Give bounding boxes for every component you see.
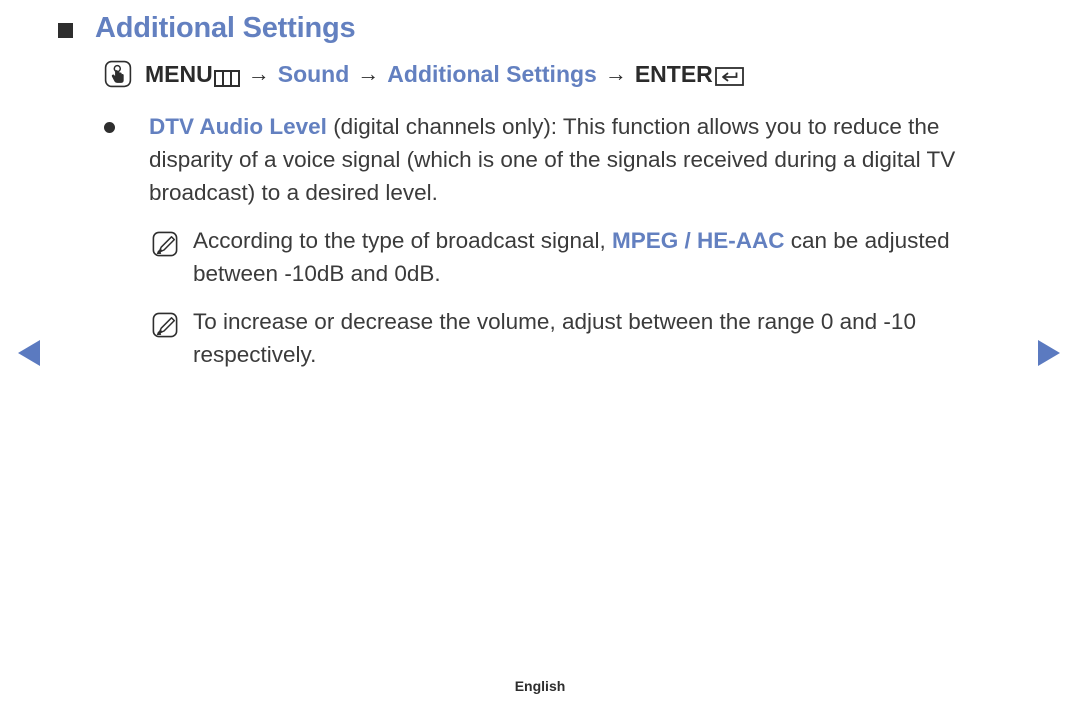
note-text-before: To increase or decrease the volume, adju… xyxy=(193,309,916,367)
page-heading: Additional Settings xyxy=(58,12,356,45)
menu-label: MENU xyxy=(145,60,213,87)
menu-path-arrow-1: → xyxy=(247,61,270,86)
feature-term: DTV Audio Level xyxy=(149,114,327,139)
note-pencil-icon xyxy=(152,312,178,338)
enter-label: ENTER xyxy=(634,60,713,87)
page-title: Additional Settings xyxy=(95,12,356,44)
manual-page: Additional Settings MENU → Sound → Addit… xyxy=(0,0,1080,705)
menu-path: MENU → Sound → Additional Settings → ENT… xyxy=(104,60,744,88)
triangle-left-icon xyxy=(18,340,40,366)
note-text: According to the type of broadcast signa… xyxy=(193,224,1024,290)
footer-language: English xyxy=(514,678,566,694)
menu-path-arrow-2: → xyxy=(357,61,380,86)
content-area: DTV Audio Level (digital channels only):… xyxy=(104,110,1024,371)
next-page-button[interactable] xyxy=(1036,338,1062,368)
note-highlight: MPEG / HE-AAC xyxy=(612,228,785,253)
note-pencil-icon xyxy=(152,231,178,257)
menu-path-arrow-3: → xyxy=(604,61,627,86)
menu-three-columns-icon xyxy=(213,66,240,87)
bullet-dot-icon xyxy=(104,122,115,133)
note-item: According to the type of broadcast signa… xyxy=(152,224,1024,290)
menu-path-text: MENU → Sound → Additional Settings → ENT… xyxy=(145,61,744,88)
bullet-text: DTV Audio Level (digital channels only):… xyxy=(149,110,1024,209)
prev-page-button[interactable] xyxy=(16,338,42,368)
menu-path-item-sound: Sound xyxy=(277,60,350,87)
note-text-before: According to the type of broadcast signa… xyxy=(193,228,612,253)
note-item: To increase or decrease the volume, adju… xyxy=(152,305,1024,371)
enter-return-key-icon xyxy=(714,65,744,86)
hand-press-button-icon xyxy=(104,60,132,88)
filled-square-icon xyxy=(58,23,73,38)
list-item: DTV Audio Level (digital channels only):… xyxy=(104,110,1024,209)
note-text: To increase or decrease the volume, adju… xyxy=(193,305,1024,371)
triangle-right-icon xyxy=(1038,340,1060,366)
menu-path-item-additional-settings: Additional Settings xyxy=(387,60,597,87)
